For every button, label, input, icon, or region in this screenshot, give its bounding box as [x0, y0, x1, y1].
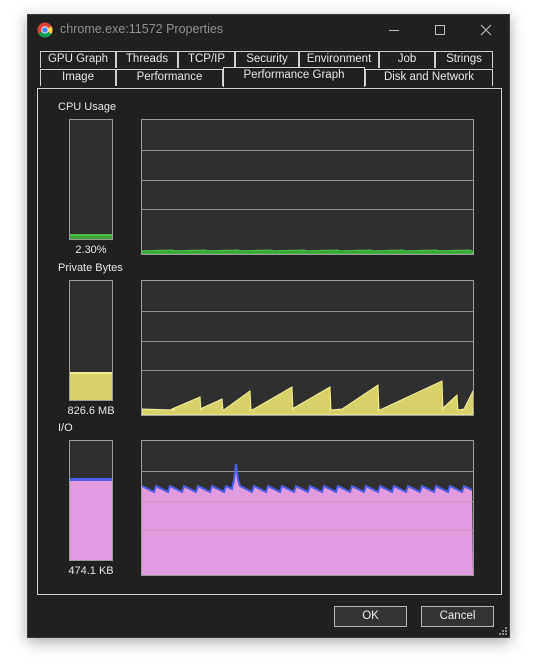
io-value: 474.1 KB [68, 565, 114, 577]
tab-job[interactable]: Job [379, 51, 435, 68]
maximize-icon [435, 25, 445, 35]
tab-security[interactable]: Security [235, 51, 299, 68]
cancel-button[interactable]: Cancel [421, 606, 494, 627]
io-meter-fill [70, 478, 112, 560]
tab-strings[interactable]: Strings [435, 51, 493, 68]
tab-performance-graph[interactable]: Performance Graph [223, 67, 365, 87]
tab-tcp-ip[interactable]: TCP/IP [178, 51, 235, 68]
io-label: I/O [58, 422, 73, 434]
cpu-usage-meter-fill [70, 234, 112, 239]
private-bytes-meter [69, 280, 113, 401]
chrome-icon [37, 22, 53, 38]
properties-window: chrome.exe:11572 Properties GPU Graph Th… [27, 14, 510, 638]
tab-disk-and-network[interactable]: Disk and Network [365, 69, 493, 86]
tab-performance[interactable]: Performance [116, 69, 223, 86]
title-bar[interactable]: chrome.exe:11572 Properties [28, 15, 509, 45]
cpu-usage-meter [69, 119, 113, 240]
maximize-button[interactable] [417, 15, 463, 45]
private-bytes-graph-plot [142, 311, 473, 415]
private-bytes-label: Private Bytes [58, 262, 123, 274]
close-icon [480, 24, 492, 36]
private-bytes-value: 826.6 MB [67, 405, 115, 417]
private-bytes-meter-fill [70, 371, 112, 400]
window-title: chrome.exe:11572 Properties [60, 22, 224, 36]
io-series [142, 465, 473, 575]
cpu-usage-value: 2.30% [75, 244, 107, 256]
private-bytes-series [142, 380, 473, 415]
performance-graph-panel: CPU Usage 2.30% Private Bytes 826.6 MB I… [37, 88, 502, 595]
minimize-icon [389, 30, 399, 31]
cpu-usage-graph-plot [142, 150, 473, 254]
cpu-usage-label: CPU Usage [58, 101, 117, 113]
tab-environment[interactable]: Environment [299, 51, 379, 68]
close-button[interactable] [463, 15, 509, 45]
io-graph [141, 440, 474, 576]
io-graph-plot [142, 463, 473, 575]
resize-grip-icon[interactable] [497, 625, 507, 635]
tab-gpu-graph[interactable]: GPU Graph [40, 51, 116, 68]
tab-image[interactable]: Image [40, 69, 116, 86]
minimize-button[interactable] [371, 15, 417, 45]
cpu-usage-graph [141, 119, 474, 255]
cpu-usage-series [142, 249, 473, 254]
ok-button[interactable]: OK [334, 606, 407, 627]
private-bytes-graph [141, 280, 474, 416]
tab-threads[interactable]: Threads [116, 51, 178, 68]
io-meter [69, 440, 113, 561]
